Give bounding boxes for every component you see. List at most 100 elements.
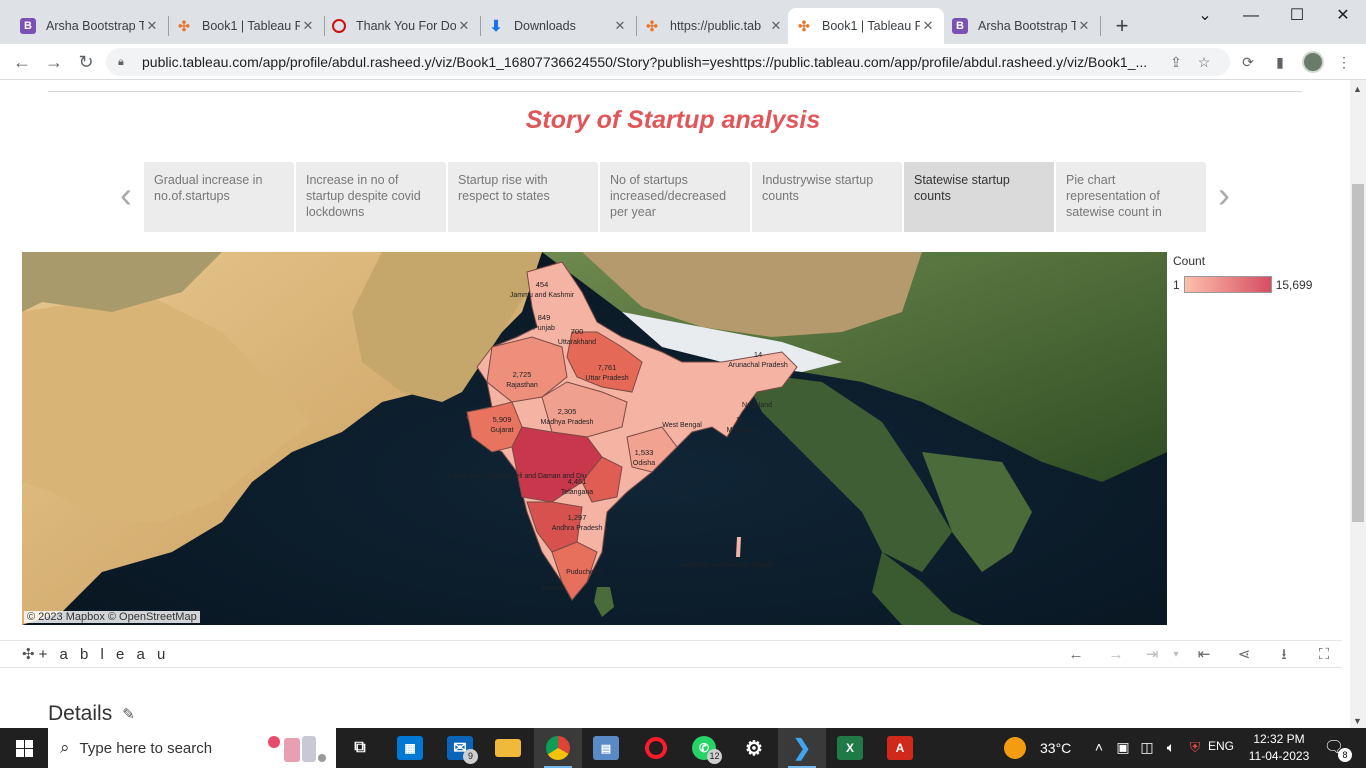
close-icon[interactable]: ✕: [456, 18, 472, 34]
chevron-down-icon[interactable]: ▾: [1166, 646, 1186, 664]
map-state-label: Punjab: [533, 325, 555, 332]
lock-icon: 🔒︎: [118, 55, 124, 68]
story-point-7[interactable]: Pie chart representation of satewise cou…: [1056, 162, 1206, 232]
browser-tab[interactable]: B Arsha Bootstrap Te ✕: [944, 8, 1100, 44]
story-point-2[interactable]: Increase in no of startup despite covid …: [296, 162, 446, 232]
tab-title: Book1 | Tableau P: [822, 19, 920, 33]
pencil-icon[interactable]: ✎: [122, 705, 135, 723]
task-view-icon[interactable]: ⧉: [336, 728, 384, 768]
legend-min: 1: [1173, 277, 1180, 292]
address-bar[interactable]: 🔒︎ public.tableau.com/app/profile/abdul.…: [106, 48, 1230, 76]
map-state-label: Andhra Pradesh: [552, 525, 603, 532]
browser-tab[interactable]: Thank You For Do ✕: [324, 8, 480, 44]
map-state-label: Uttar Pradesh: [585, 375, 628, 382]
minimize-button[interactable]: —: [1228, 4, 1274, 32]
browser-tab[interactable]: B Arsha Bootstrap Te ✕: [12, 8, 168, 44]
opera-icon[interactable]: [632, 728, 680, 768]
reset-icon[interactable]: ⇤: [1194, 646, 1214, 664]
settings-gear-icon[interactable]: ⚙: [730, 728, 778, 768]
map-count-label: 5,909: [493, 415, 512, 424]
extension-icon[interactable]: ⟳: [1238, 52, 1258, 72]
close-icon[interactable]: ✕: [300, 18, 316, 34]
map-state-label: Gujarat: [491, 427, 514, 434]
india-statewise-map[interactable]: 454 Jammu and Kashmir 849 Punjab 700 Uttarakh…: [22, 252, 1167, 625]
map-state-label: Jammu and Kashmir: [510, 292, 575, 299]
mail-badge: 9: [463, 749, 478, 764]
scrollbar-thumb[interactable]: [1352, 184, 1364, 522]
story-point-1[interactable]: Gradual increase in no.of.startups: [144, 162, 294, 232]
chevron-left-icon[interactable]: ‹: [114, 177, 138, 213]
share-icon[interactable]: ⇪: [1162, 54, 1190, 71]
notification-center-icon[interactable]: 🗨︎ 8: [1322, 737, 1352, 762]
share-icon[interactable]: ⋖: [1234, 646, 1254, 664]
store-icon[interactable]: ▦: [386, 728, 434, 768]
taskbar-search[interactable]: ⌕ Type here to search: [48, 728, 336, 768]
language-indicator[interactable]: ENG: [1208, 739, 1234, 753]
map-count-label: 12: [736, 415, 744, 424]
close-icon[interactable]: ✕: [144, 18, 160, 34]
map-attribution: © 2023 Mapbox © OpenStreetMap: [24, 611, 200, 623]
close-icon[interactable]: ✕: [612, 18, 628, 34]
close-icon[interactable]: ✕: [768, 18, 784, 34]
scroll-down-icon[interactable]: ▼: [1353, 716, 1362, 726]
browser-tab[interactable]: ✣ https://public.tab ✕: [636, 8, 792, 44]
wifi-icon[interactable]: ◫: [1136, 739, 1158, 756]
story-point-3[interactable]: Startup rise with respect to states: [448, 162, 598, 232]
back-arrow-icon[interactable]: ←: [8, 48, 36, 76]
undo-icon[interactable]: ←: [1066, 646, 1086, 664]
acrobat-icon[interactable]: A: [876, 728, 924, 768]
map-state-label: Nagaland: [742, 402, 772, 409]
map-canvas: 454 Jammu and Kashmir 849 Punjab 700 Uttarakh…: [22, 252, 1167, 625]
tableau-logo[interactable]: ✣ + a b l e a u: [22, 645, 170, 664]
weather-widget[interactable]: 33°C: [1004, 728, 1071, 768]
network-status-icon[interactable]: ▣: [1112, 739, 1134, 756]
map-count-label: 1,533: [635, 448, 654, 457]
story-point-5[interactable]: Industrywise startup counts: [752, 162, 902, 232]
revert-icon[interactable]: ⇥: [1142, 646, 1162, 664]
chevron-up-icon[interactable]: ˄: [1088, 739, 1110, 755]
map-count-label: 454: [536, 280, 549, 289]
star-icon[interactable]: ☆: [1190, 54, 1218, 71]
security-shield-icon[interactable]: ⛨: [1184, 739, 1206, 756]
chevron-right-icon[interactable]: ›: [1212, 177, 1236, 213]
excel-icon[interactable]: X: [826, 728, 874, 768]
story-point-4[interactable]: No of startups increased/decreased per y…: [600, 162, 750, 232]
browser-tab-active[interactable]: ✣ Book1 | Tableau P ✕: [788, 8, 944, 44]
control-panel-icon[interactable]: ▤: [582, 728, 630, 768]
file-explorer-icon[interactable]: [484, 728, 532, 768]
map-state-label: Telangana: [561, 489, 593, 496]
story-title: Story of Startup analysis: [525, 106, 821, 134]
redo-icon[interactable]: →: [1106, 646, 1126, 664]
maximize-button[interactable]: ☐: [1274, 4, 1320, 32]
tableau-logo-text: + a b l e a u: [38, 645, 170, 663]
story-point-6[interactable]: Statewise startup counts: [904, 162, 1054, 232]
system-clock[interactable]: 12:32 PM 11-04-2023: [1244, 731, 1314, 765]
close-window-button[interactable]: ✕: [1320, 4, 1366, 32]
browser-tab[interactable]: ✣ Book1 | Tableau P ✕: [168, 8, 324, 44]
map-state-label: Arunachal Pradesh: [728, 362, 788, 369]
avatar[interactable]: [1302, 51, 1324, 73]
map-count-label: 700: [571, 327, 584, 336]
mail-icon[interactable]: ✉ 9: [436, 728, 484, 768]
sidepanel-icon[interactable]: ▮: [1270, 52, 1290, 72]
volume-icon[interactable]: 🔈︎: [1160, 739, 1182, 756]
start-button[interactable]: [0, 728, 48, 768]
close-icon[interactable]: ✕: [1076, 18, 1092, 34]
forward-arrow-icon[interactable]: →: [40, 48, 68, 76]
page-content: Story of Startup analysis ‹ Gradual incr…: [0, 80, 1350, 728]
reload-icon[interactable]: ↻: [72, 48, 100, 76]
browser-tab[interactable]: ⬇ Downloads ✕: [480, 8, 636, 44]
close-icon[interactable]: ✕: [920, 18, 936, 34]
new-tab-button[interactable]: +: [1108, 12, 1136, 40]
download-icon[interactable]: ⭳: [1274, 646, 1294, 664]
menu-icon[interactable]: ⋮: [1334, 52, 1354, 72]
whatsapp-icon[interactable]: ✆ 12: [680, 728, 728, 768]
map-state-label: Odisha: [633, 460, 655, 467]
chrome-icon[interactable]: [534, 728, 582, 768]
fullscreen-icon[interactable]: ⛶: [1314, 646, 1334, 664]
map-count-label: 7,761: [598, 363, 617, 372]
scroll-up-icon[interactable]: ▲: [1353, 84, 1362, 94]
tab-search-chevron-icon[interactable]: ⌄: [1182, 4, 1228, 32]
url-text[interactable]: public.tableau.com/app/profile/abdul.ras…: [142, 54, 1162, 70]
vscode-icon[interactable]: ❯: [778, 728, 826, 768]
